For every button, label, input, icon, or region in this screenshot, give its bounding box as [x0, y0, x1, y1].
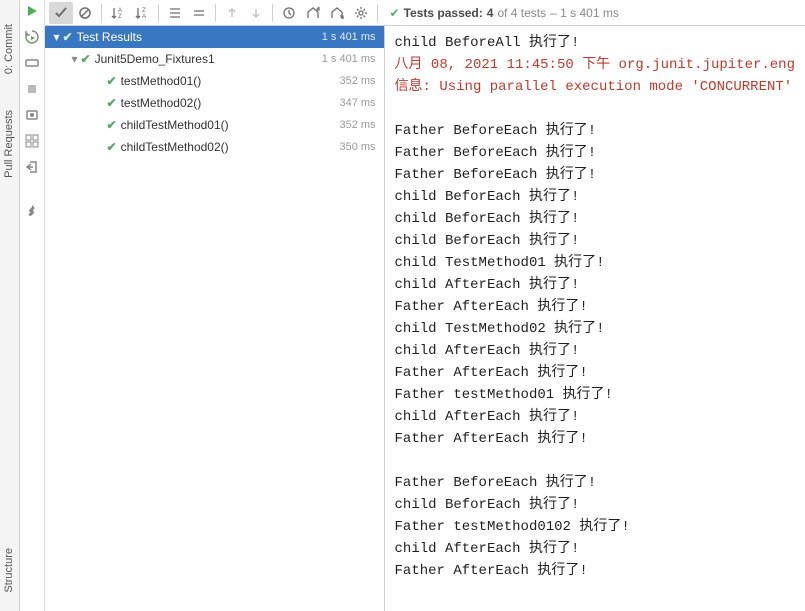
summary-passed: 4 [487, 6, 494, 20]
pin-icon[interactable] [23, 202, 41, 220]
toggle-auto-test-icon[interactable] [23, 54, 41, 72]
collapse-all-icon[interactable] [187, 2, 211, 24]
test-summary: ✔ Tests passed: 4 of 4 tests – 1 s 401 m… [390, 6, 619, 20]
svg-text:A: A [142, 14, 146, 20]
tree-root-label: Test Results [77, 30, 322, 44]
tab-pull-requests-label: Pull Requests [3, 110, 15, 178]
console-line: child BeforEach 执行了! [395, 230, 795, 252]
console-line: Father BeforeEach 执行了! [395, 142, 795, 164]
console-line: 八月 08, 2021 11:45:50 下午 org.junit.jupite… [395, 54, 795, 76]
import-tests-icon[interactable] [277, 2, 301, 24]
console-line: 信息: Using parallel execution mode 'CONCU… [395, 76, 795, 98]
tree-suite[interactable]: ▾ ✔ Junit5Demo_Fixtures1 1 s 401 ms [45, 48, 384, 70]
console-line: child TestMethod01 执行了! [395, 252, 795, 274]
chevron-down-icon[interactable]: ▾ [69, 52, 81, 66]
previous-failed-icon[interactable] [220, 2, 244, 24]
expand-all-icon[interactable] [163, 2, 187, 24]
tree-test-label: childTestMethod02() [121, 140, 340, 154]
svg-text:Z: Z [118, 14, 122, 20]
tree-suite-time: 1 s 401 ms [322, 53, 376, 65]
run-gutter [20, 0, 45, 611]
console-line: Father BeforeEach 执行了! [395, 120, 795, 142]
console-line [395, 98, 795, 120]
console-line: child AfterEach 执行了! [395, 406, 795, 428]
console-line: Father AfterEach 执行了! [395, 428, 795, 450]
stop-icon[interactable] [23, 80, 41, 98]
test-history-icon[interactable] [325, 2, 349, 24]
next-failed-icon[interactable] [244, 2, 268, 24]
summary-time: – 1 s 401 ms [550, 6, 619, 20]
layout-icon[interactable] [23, 132, 41, 150]
show-passed-icon[interactable] [49, 2, 73, 24]
console-line: Father AfterEach 执行了! [395, 362, 795, 384]
tree-test-row[interactable]: ✔ childTestMethod02()350 ms [45, 136, 384, 158]
test-tree[interactable]: ▾ ✔ Test Results 1 s 401 ms ▾ ✔ Junit5De… [45, 26, 385, 611]
tree-test-time: 352 ms [339, 119, 375, 131]
export-tests-icon[interactable] [301, 2, 325, 24]
tree-test-time: 350 ms [339, 141, 375, 153]
tree-test-row[interactable]: ✔ testMethod01()352 ms [45, 70, 384, 92]
show-ignored-icon[interactable] [73, 2, 97, 24]
console-line: Father testMethod01 执行了! [395, 384, 795, 406]
tree-test-row[interactable]: ✔ testMethod02()347 ms [45, 92, 384, 114]
console-line: child BeforeAll 执行了! [395, 32, 795, 54]
pass-icon: ✔ [107, 74, 117, 88]
console-line [395, 450, 795, 472]
pass-icon: ✔ [63, 30, 73, 44]
tree-test-label: testMethod01() [121, 74, 340, 88]
sort-alphabetically-icon[interactable]: AZ [106, 2, 130, 24]
tree-root-time: 1 s 401 ms [322, 31, 376, 43]
console-line: Father testMethod0102 执行了! [395, 516, 795, 538]
left-tool-tabs: 0: Commit Pull Requests Structure [0, 0, 20, 611]
console-output[interactable]: child BeforeAll 执行了!八月 08, 2021 11:45:50… [385, 26, 805, 611]
pass-icon: ✔ [107, 118, 117, 132]
console-line: child AfterEach 执行了! [395, 340, 795, 362]
exit-icon[interactable] [23, 158, 41, 176]
sort-by-duration-icon[interactable]: ZA [130, 2, 154, 24]
chevron-down-icon[interactable]: ▾ [51, 30, 63, 44]
console-line: child AfterEach 执行了! [395, 538, 795, 560]
console-line: Father BeforeEach 执行了! [395, 472, 795, 494]
console-line: child AfterEach 执行了! [395, 274, 795, 296]
console-line: Father BeforeEach 执行了! [395, 164, 795, 186]
pass-icon: ✔ [107, 96, 117, 110]
summary-mid: of 4 tests [497, 6, 546, 20]
tree-test-row[interactable]: ✔ childTestMethod01()352 ms [45, 114, 384, 136]
test-toolbar: AZ ZA [45, 0, 805, 26]
tree-test-label: childTestMethod01() [121, 118, 340, 132]
tab-commit-label: 0: Commit [3, 24, 15, 74]
tree-root[interactable]: ▾ ✔ Test Results 1 s 401 ms [45, 26, 384, 48]
pass-icon: ✔ [81, 52, 91, 66]
console-line: Father AfterEach 执行了! [395, 560, 795, 582]
tree-test-time: 352 ms [339, 75, 375, 87]
summary-prefix: Tests passed: [404, 6, 483, 20]
console-line: child BeforEach 执行了! [395, 208, 795, 230]
settings-icon[interactable] [349, 2, 373, 24]
check-icon: ✔ [390, 6, 400, 20]
console-line: child BeforEach 执行了! [395, 186, 795, 208]
console-line: child BeforEach 执行了! [395, 494, 795, 516]
dump-threads-icon[interactable] [23, 106, 41, 124]
pass-icon: ✔ [107, 140, 117, 154]
tab-pull-requests[interactable]: Pull Requests [3, 110, 15, 178]
run-icon[interactable] [23, 2, 41, 20]
tree-test-time: 347 ms [339, 97, 375, 109]
tab-structure-label: Structure [3, 548, 15, 593]
tab-commit[interactable]: 0: Commit [3, 24, 15, 74]
console-line: Father AfterEach 执行了! [395, 296, 795, 318]
console-line: child TestMethod02 执行了! [395, 318, 795, 340]
rerun-failed-icon[interactable] [23, 28, 41, 46]
tab-structure[interactable]: Structure [3, 548, 15, 593]
tree-suite-label: Junit5Demo_Fixtures1 [95, 52, 322, 66]
tree-test-label: testMethod02() [121, 96, 340, 110]
